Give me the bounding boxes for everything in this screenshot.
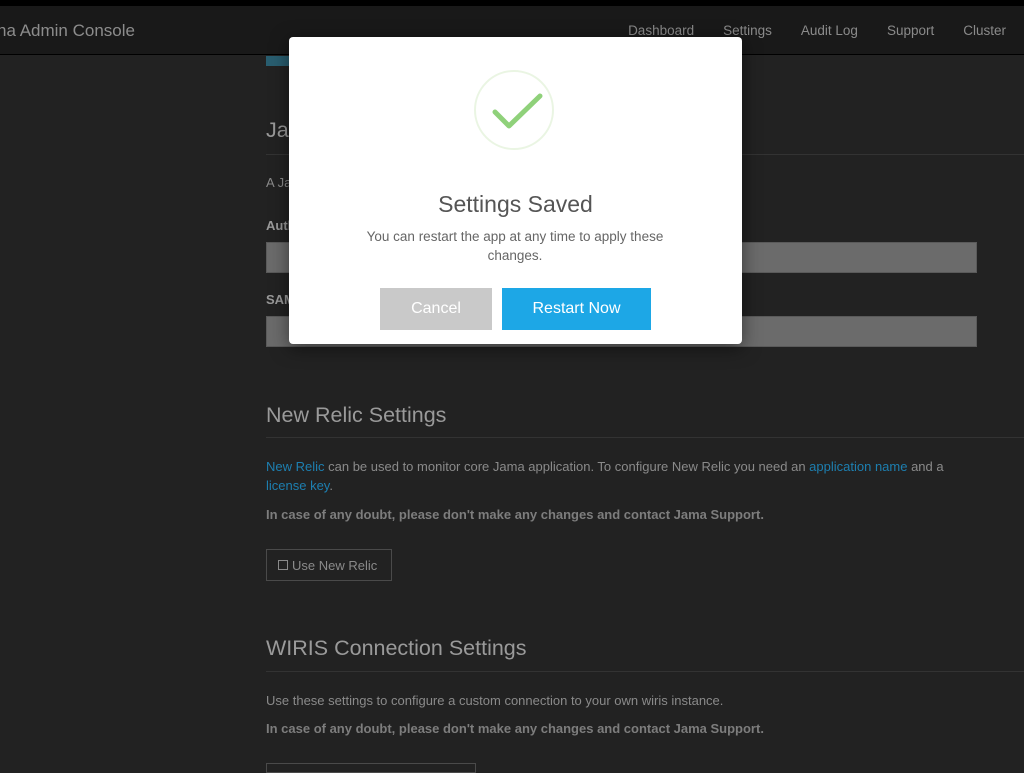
success-circle bbox=[474, 70, 554, 150]
dialog-title: Settings Saved bbox=[438, 191, 593, 217]
restart-now-button[interactable]: Restart Now bbox=[502, 288, 651, 330]
settings-saved-dialog: Settings Saved You can restart the app a… bbox=[289, 37, 742, 344]
check-icon bbox=[492, 93, 543, 129]
cancel-button[interactable]: Cancel bbox=[380, 288, 492, 330]
dialog-message: You can restart the app at any time to a… bbox=[366, 229, 664, 263]
